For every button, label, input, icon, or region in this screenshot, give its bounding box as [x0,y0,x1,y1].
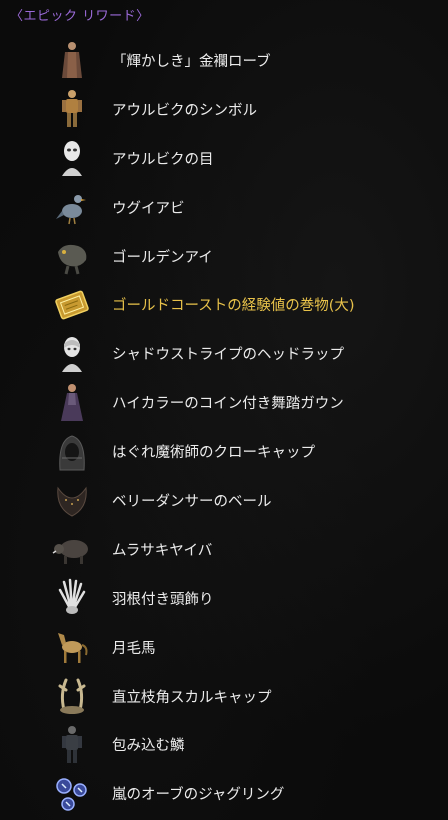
item-label: 包み込む鱗 [112,738,185,755]
item-label: アウルビクのシンボル [112,102,257,119]
list-item[interactable]: ゴールドコーストの経験値の巻物(大) [0,280,448,329]
list-item[interactable]: ハイカラーのコイン付き舞踏ガウン [0,378,448,427]
list-item[interactable]: ウグイアビ [0,183,448,232]
veil-icon [50,478,94,522]
item-label: 月毛馬 [112,640,156,657]
bird-icon [50,185,94,229]
item-label: アウルビクの目 [112,151,214,168]
robe-figure-icon [50,38,94,82]
list-item[interactable]: アウルビクのシンボル [0,85,448,134]
list-item[interactable]: ベリーダンサーのベール [0,476,448,525]
list-item[interactable]: 月毛馬 [0,623,448,672]
storm-orbs-icon [50,772,94,816]
item-label: ゴールデンアイ [112,249,213,266]
feather-headdress-icon [50,576,94,620]
item-label: ハイカラーのコイン付き舞踏ガウン [112,396,344,413]
item-label: 「輝かしき」金襴ローブ [112,53,271,70]
item-label: ウグイアビ [112,200,185,217]
list-item[interactable]: 羽根付き頭飾り [0,574,448,623]
list-item[interactable]: 「輝かしき」金襴ローブ [0,36,448,85]
gold-scroll-icon [50,283,94,327]
scale-armor-figure-icon [50,723,94,767]
white-mask-bust-icon [50,136,94,180]
list-item[interactable]: 直立枝角スカルキャップ [0,672,448,721]
item-label: ベリーダンサーのベール [112,493,272,510]
list-item[interactable]: シャドウストライプのヘッドラップ [0,329,448,378]
headwrap-bust-icon [50,332,94,376]
list-item[interactable]: 嵐のオーブのジャグリング [0,769,448,818]
item-label: シャドウストライプのヘッドラップ [112,347,344,364]
list-item[interactable]: はぐれ魔術師のクローキャップ [0,427,448,476]
list-item[interactable]: ムラサキヤイバ [0,525,448,574]
antler-skullcap-icon [50,674,94,718]
item-label: はぐれ魔術師のクローキャップ [112,445,315,462]
item-label: ゴールドコーストの経験値の巻物(大) [112,298,355,315]
item-label: 嵐のオーブのジャグリング [112,787,285,804]
list-item[interactable]: ゴールデンアイ [0,232,448,281]
horse-icon [50,625,94,669]
section-header: 〈エピック リワード〉 [10,9,150,24]
boar-mount-icon [50,527,94,571]
dark-hood-icon [50,430,94,474]
creature-icon [50,234,94,278]
item-label: 直立枝角スカルキャップ [112,689,272,706]
reward-list: 「輝かしき」金襴ローブ アウルビクのシンボル アウルビクの目 ウグイアビ ゴール… [0,36,448,818]
gown-figure-icon [50,381,94,425]
list-item[interactable]: 包み込む鱗 [0,720,448,769]
armored-figure-icon [50,87,94,131]
item-label: 羽根付き頭飾り [112,591,214,608]
item-label: ムラサキヤイバ [112,542,213,559]
list-item[interactable]: アウルビクの目 [0,134,448,183]
